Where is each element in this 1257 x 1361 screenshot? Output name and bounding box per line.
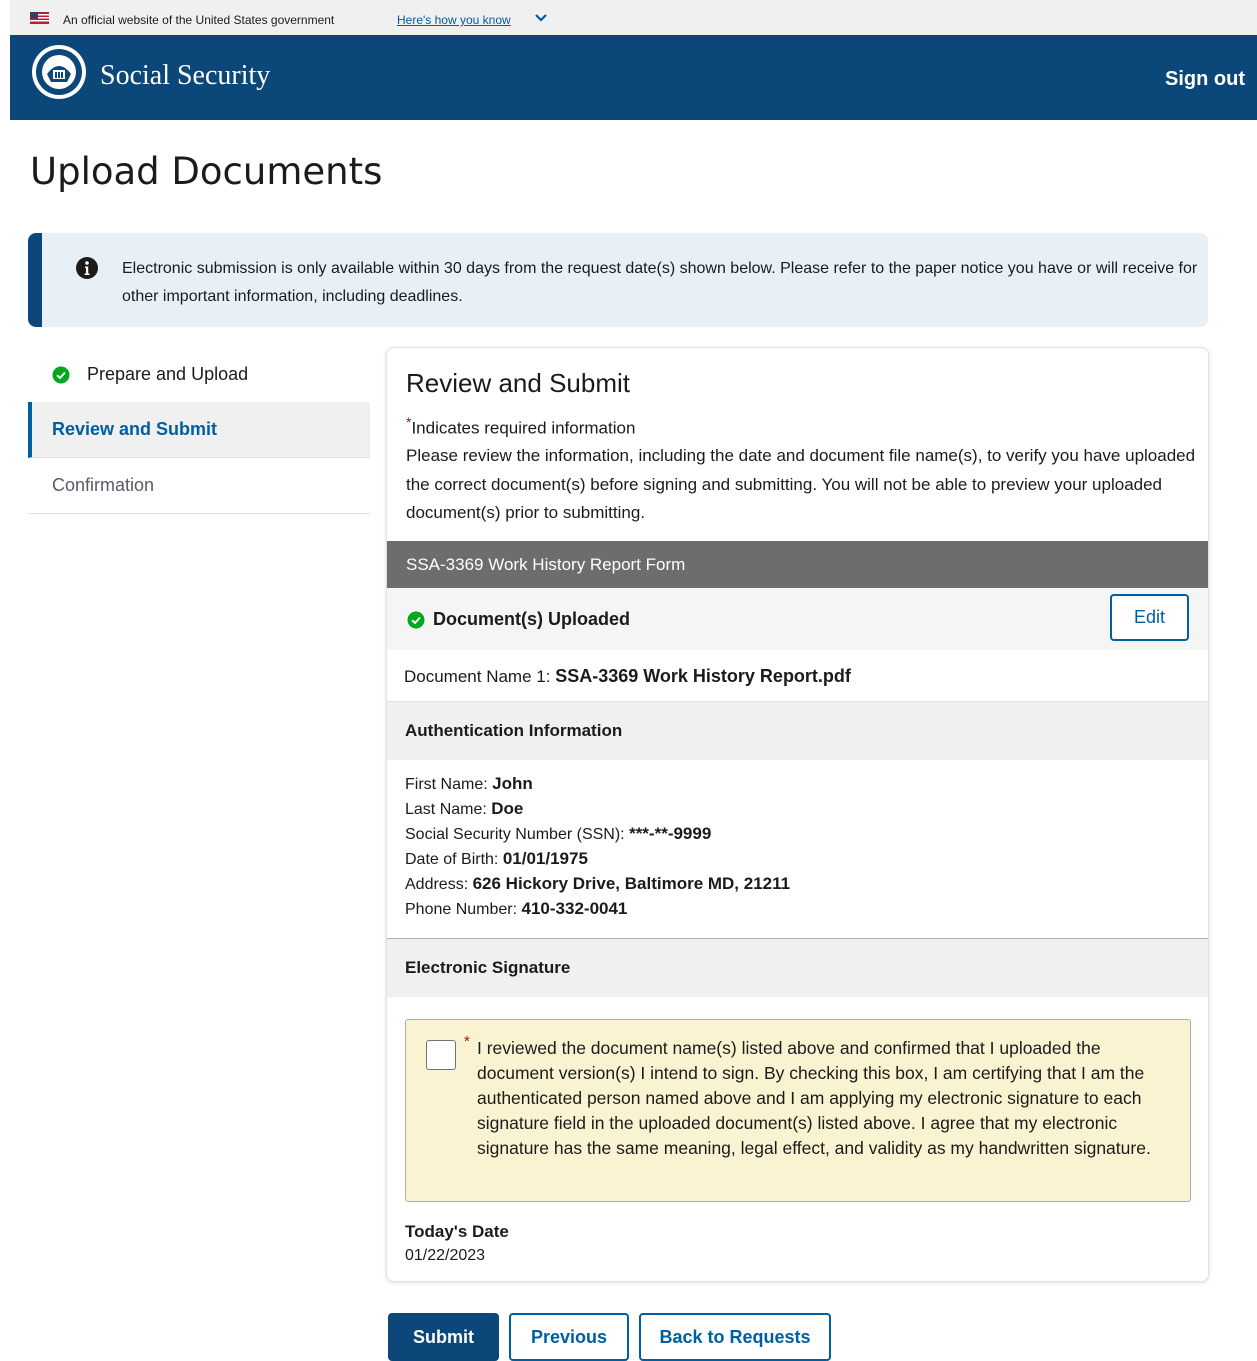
auth-field-phone: Phone Number: 410-332-0041 [405, 896, 790, 921]
field-label: Address: [405, 876, 469, 893]
required-asterisk: * [464, 1033, 470, 1050]
page-title: Upload Documents [30, 150, 383, 193]
field-label: Phone Number: [405, 901, 518, 918]
auth-info-list: First Name: John Last Name: Doe Social S… [405, 771, 790, 921]
todays-date-label: Today's Date [405, 1222, 509, 1241]
field-label: Last Name: [405, 801, 487, 818]
auth-field-last-name: Last Name: Doe [405, 796, 790, 821]
edit-button[interactable]: Edit [1110, 594, 1189, 641]
sidenav-item-prepare-upload[interactable]: Prepare and Upload [28, 347, 370, 402]
auth-field-address: Address: 626 Hickory Drive, Baltimore MD… [405, 871, 790, 896]
gov-banner: An official website of the United States… [10, 0, 1257, 35]
field-value: 410-332-0041 [521, 899, 628, 918]
back-to-requests-button[interactable]: Back to Requests [639, 1313, 831, 1361]
field-value: John [492, 774, 533, 793]
card-title: Review and Submit [406, 368, 630, 398]
sidenav-item-confirmation[interactable]: Confirmation [28, 458, 370, 514]
field-label: First Name: [405, 776, 488, 793]
site-header: Social Security Sign out [10, 35, 1257, 120]
info-alert: Electronic submission is only available … [28, 233, 1208, 327]
us-flag-icon [30, 12, 49, 24]
document-name-label: Document Name 1: [404, 667, 551, 686]
signature-consent-box: * I reviewed the document name(s) listed… [405, 1019, 1191, 1202]
sidenav-item-label: Review and Submit [52, 419, 218, 439]
auth-field-first-name: First Name: John [405, 771, 790, 796]
auth-section-heading: Authentication Information [387, 702, 1208, 760]
signature-consent-checkbox[interactable] [426, 1040, 456, 1070]
auth-field-dob: Date of Birth: 01/01/1975 [405, 846, 790, 871]
alert-message: Electronic submission is only available … [122, 260, 1198, 305]
field-label: Date of Birth: [405, 851, 499, 868]
check-circle-icon [52, 366, 70, 384]
step-sidenav: Prepare and Upload Review and Submit Con… [28, 347, 370, 514]
uploaded-status-label: Document(s) Uploaded [433, 609, 631, 629]
required-note: *Indicates required information [406, 414, 635, 439]
submit-button[interactable]: Submit [388, 1313, 499, 1361]
field-value: Doe [491, 799, 524, 818]
form-name-bar: SSA-3369 Work History Report Form [387, 541, 1208, 588]
field-value: 01/01/1975 [502, 849, 588, 868]
field-value: 626 Hickory Drive, Baltimore MD, 21211 [472, 874, 791, 893]
sidenav-item-review-submit[interactable]: Review and Submit [28, 402, 370, 458]
consent-text: I reviewed the document name(s) listed a… [477, 1038, 1151, 1158]
info-icon [76, 257, 98, 279]
field-label: Social Security Number (SSN): [405, 826, 625, 843]
ssa-seal-icon [32, 45, 86, 99]
gov-banner-text: An official website of the United States… [63, 13, 335, 27]
sidenav-item-label: Prepare and Upload [87, 364, 249, 384]
sign-out-link[interactable]: Sign out [1165, 68, 1245, 91]
chevron-down-icon[interactable] [534, 12, 548, 24]
sidenav-item-label: Confirmation [52, 475, 155, 495]
previous-button[interactable]: Previous [509, 1313, 629, 1361]
gov-banner-link[interactable]: Here's how you know [397, 13, 511, 27]
review-instructions: Please review the information, including… [406, 446, 1196, 522]
todays-date-value: 01/22/2023 [405, 1247, 486, 1264]
check-circle-icon [407, 611, 425, 629]
field-value: ***-**-9999 [629, 824, 712, 843]
site-brand[interactable]: Social Security [100, 60, 270, 92]
review-card: Review and Submit *Indicates required in… [386, 347, 1209, 1282]
required-note-text: Indicates required information [411, 418, 636, 438]
uploaded-status-row: Document(s) Uploaded Edit [387, 588, 1208, 650]
signature-section-heading: Electronic Signature [387, 939, 1208, 997]
document-name-row: Document Name 1: SSA-3369 Work History R… [387, 650, 1208, 702]
auth-field-ssn: Social Security Number (SSN): ***-**-999… [405, 821, 790, 846]
document-name-value: SSA-3369 Work History Report.pdf [555, 666, 851, 686]
